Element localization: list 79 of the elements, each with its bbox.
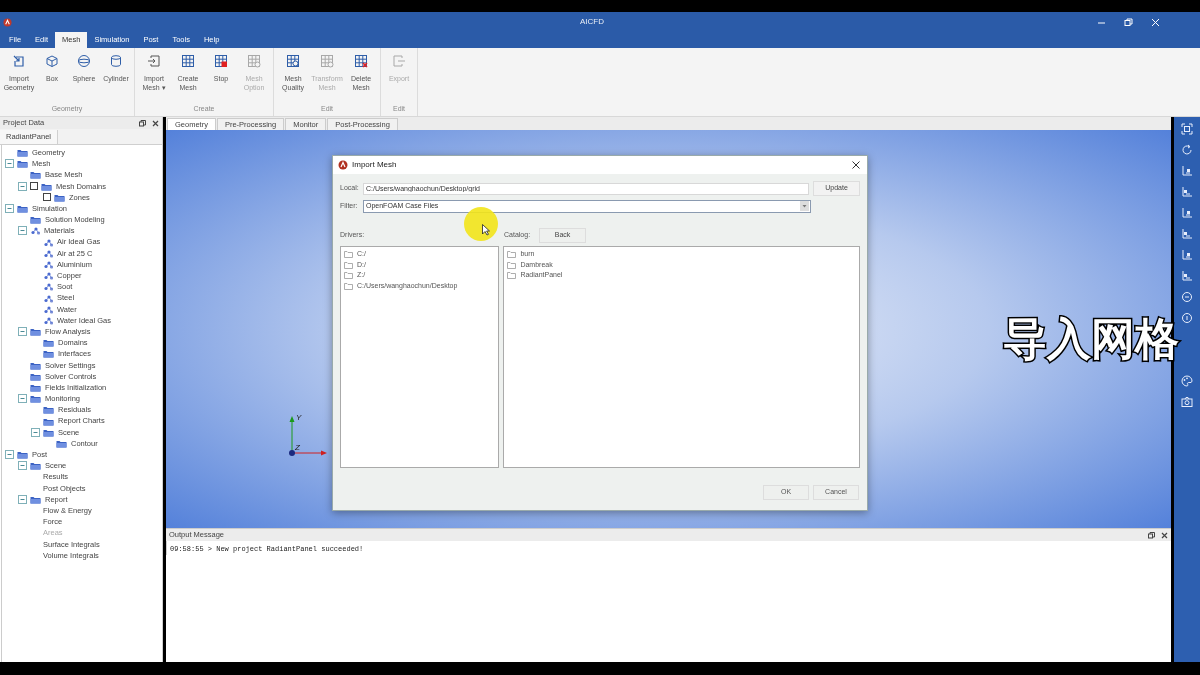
molecule-icon [43,237,53,247]
float-icon[interactable] [139,119,146,127]
cylinder-icon [109,54,123,68]
folder-icon [17,450,28,460]
folder-icon [56,438,67,448]
folder-icon [30,360,41,370]
cube-icon [45,54,59,68]
palette-icon[interactable] [1181,375,1193,387]
float-icon[interactable] [1148,531,1155,539]
camera-icon[interactable] [1181,396,1193,408]
restore-icon[interactable] [1124,17,1133,27]
folder-icon [43,349,54,359]
grid-gear-icon [247,54,261,68]
folder-icon [43,427,54,437]
grid-icon [181,54,195,68]
folder-icon [43,416,54,426]
collapse-icon[interactable] [18,394,27,404]
folder-icon [17,204,28,214]
collapse-icon[interactable] [18,461,27,471]
rotate-view-icon[interactable] [1181,312,1193,324]
app-logo-icon [3,17,12,27]
close-icon[interactable] [852,161,860,169]
folder-icon [30,394,41,404]
checkbox[interactable] [30,182,38,191]
folder-icon [30,170,41,180]
folder-icon [54,192,65,202]
axis-label: Y [296,412,302,424]
axes-view-icon[interactable] [1181,249,1193,261]
rotate-view-icon[interactable] [1181,291,1193,303]
molecule-icon [43,271,53,281]
sphere-icon [77,54,91,68]
molecule-icon [43,259,53,269]
import-icon [147,54,161,68]
grid-stop-icon [214,54,228,68]
rotate-icon[interactable] [1181,144,1193,156]
close-icon[interactable] [1161,531,1168,539]
axes-view-icon[interactable] [1181,228,1193,240]
axes-view-icon[interactable] [1181,165,1193,177]
collapse-icon[interactable] [18,494,27,504]
fit-view-icon[interactable] [1181,123,1193,135]
folder-icon [30,383,41,393]
collapse-icon[interactable] [31,427,40,437]
axes-view-icon[interactable] [1181,207,1193,219]
grid-search-icon [286,54,300,68]
grid-delete-icon [354,54,368,68]
collapse-icon[interactable] [18,226,27,236]
molecule-icon [43,315,53,325]
axes-view-icon[interactable] [1181,270,1193,282]
axis-label: Z [295,442,300,454]
folder-icon [17,148,28,158]
close-icon[interactable] [152,119,159,127]
folder-icon [30,215,41,225]
export-icon [392,54,406,68]
app-logo-icon [338,160,348,170]
collapse-icon[interactable] [5,450,14,460]
axes-view-icon[interactable] [1181,186,1193,198]
folder-icon [30,461,41,471]
folder-icon [30,371,41,381]
molecule-icon [43,248,53,258]
folder-icon [30,494,41,504]
folder-icon [43,338,54,348]
folder-icon [43,405,54,415]
collapse-icon[interactable] [18,327,27,337]
pointer-icon [482,224,490,236]
folder-icon [30,327,41,337]
dialog-title: Import Mesh [352,159,397,171]
collapse-icon[interactable] [5,159,14,169]
molecule-icon [43,282,53,292]
window-title: AICFD [580,16,604,28]
molecule-icon [30,226,40,236]
collapse-icon[interactable] [18,181,27,191]
grid-gear-icon [320,54,334,68]
molecule-icon [43,293,53,303]
folder-icon [41,181,52,191]
import-icon [12,54,26,68]
collapse-icon[interactable] [5,204,14,214]
molecule-icon [43,304,53,314]
checkbox[interactable] [43,193,51,202]
folder-icon [17,159,28,169]
